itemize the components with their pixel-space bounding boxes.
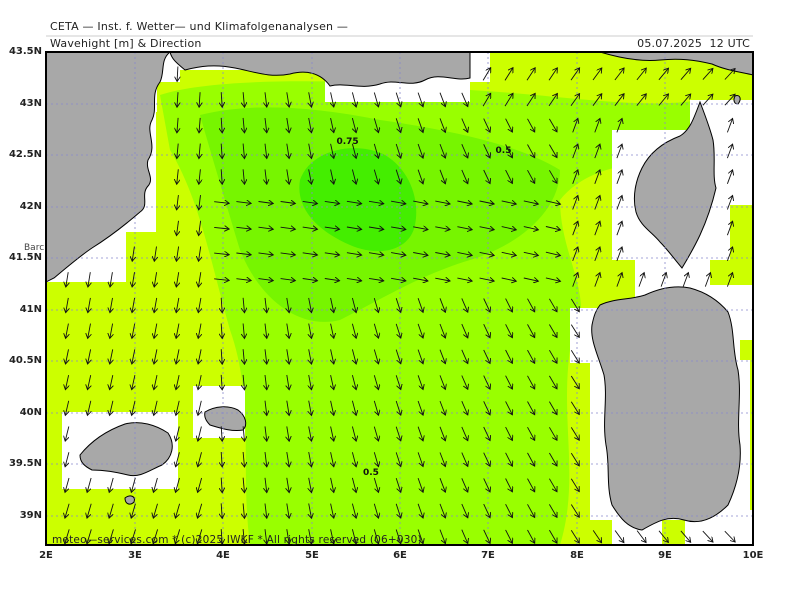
lat-label: 43N xyxy=(19,98,42,109)
lon-label: 9E xyxy=(658,550,672,561)
lat-label: 39N xyxy=(19,510,42,521)
lat-label: 39.5N xyxy=(8,458,42,469)
lat-label: 41N xyxy=(19,304,42,315)
contour-label: 0.5 xyxy=(495,146,512,156)
lat-label: 41.5N xyxy=(8,252,42,263)
lon-label: 10E xyxy=(742,550,764,561)
land-capraia xyxy=(733,95,741,105)
contour-label: 0.75 xyxy=(336,136,359,147)
lon-label: 8E xyxy=(570,550,584,561)
lon-label: 6E xyxy=(393,550,407,561)
valid-time: 05.07.2025 12 UTC xyxy=(637,37,750,50)
lon-label: 7E xyxy=(481,550,495,561)
copyright-footer: meteo—services.com * (c)2025 IWKF * All … xyxy=(52,534,422,546)
organisation-title: CETA — Inst. f. Wetter— und Klimafolgena… xyxy=(50,20,349,33)
lat-label: 43.5N xyxy=(8,46,42,57)
parameter-title: Wavehight [m] & Direction xyxy=(50,37,202,50)
lat-label: 40.5N xyxy=(8,355,42,366)
lon-label: 3E xyxy=(128,550,142,561)
land-sardinia xyxy=(591,286,741,531)
lon-label: 5E xyxy=(305,550,319,561)
lat-label: 42N xyxy=(19,201,42,212)
land-ibiza xyxy=(124,495,135,505)
wave-map xyxy=(45,35,754,546)
lon-label: 2E xyxy=(39,550,53,561)
contour-label: 0.5 xyxy=(362,467,379,478)
lat-label: 42.5N xyxy=(8,149,42,160)
lon-label: 4E xyxy=(216,550,230,561)
lat-label: 40N xyxy=(19,407,42,418)
